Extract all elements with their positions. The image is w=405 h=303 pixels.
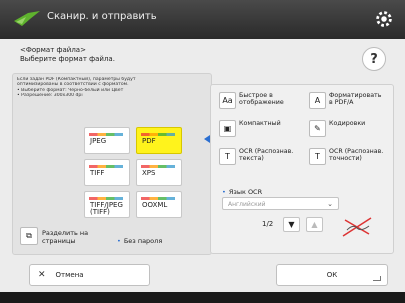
option-encoding[interactable]: ✎ Кодировки <box>309 120 387 137</box>
format-pdf-button[interactable]: PDF <box>136 127 182 154</box>
color-bar <box>141 165 175 168</box>
encoding-icon: ✎ <box>309 120 326 137</box>
enter-icon <box>373 276 381 281</box>
screen-instruction: Выберите формат файла. <box>20 55 115 63</box>
help-button[interactable]: ? <box>362 47 386 71</box>
title-bar: Сканир. и отправить <box>0 0 405 39</box>
format-tiff-button[interactable]: TIFF <box>84 159 130 186</box>
bottom-bar <box>0 292 405 303</box>
bullet-icon: • <box>117 237 121 245</box>
bullet-icon: • <box>222 188 226 196</box>
close-icon: ✕ <box>38 270 46 280</box>
ocr-language-value: Английский <box>228 201 266 208</box>
format-label: XPS <box>142 169 156 177</box>
signature-stamp-icon <box>342 217 372 237</box>
color-bar <box>89 197 123 200</box>
option-label: Форматировать в PDF/A <box>329 92 382 107</box>
format-xps-button[interactable]: XPS <box>136 159 182 186</box>
option-label: Быстрое в отображение <box>239 92 284 107</box>
color-bar <box>89 133 123 136</box>
format-label: TIFF <box>90 169 105 177</box>
screen-title: <Формат файла> <box>20 46 86 54</box>
app-title: Сканир. и отправить <box>47 11 157 22</box>
gear-icon[interactable] <box>373 8 395 30</box>
ok-button[interactable]: ОК <box>276 264 388 286</box>
compact-icon: ▣ <box>219 120 236 137</box>
ocr-language-label: • Язык OCR <box>222 188 262 196</box>
option-compact[interactable]: ▣ Компактный <box>219 120 297 137</box>
screen-header: <Формат файла> Выберите формат файла. <box>20 46 320 64</box>
no-password-label: • Без пароля <box>117 237 162 245</box>
ocr-icon: T <box>219 148 236 165</box>
app-logo-icon <box>14 11 40 26</box>
split-pages-icon[interactable]: ⧉ <box>20 227 38 245</box>
format-label: OOXML <box>142 201 168 209</box>
option-label: Кодировки <box>329 120 366 127</box>
option-pdf-a[interactable]: A Форматировать в PDF/A <box>309 92 387 109</box>
page-indicator: 1/2 <box>262 220 274 228</box>
split-pages-button[interactable]: Разделить на страницы <box>42 229 102 245</box>
ok-label: ОК <box>326 271 338 279</box>
format-label: PDF <box>142 137 156 145</box>
ocr-language-text: Язык OCR <box>228 188 263 196</box>
chevron-down-icon: ⌄ <box>327 200 333 208</box>
no-password-text: Без пароля <box>123 237 163 245</box>
cancel-label: Отмена <box>55 271 84 279</box>
option-ocr-text[interactable]: T OCR (Распознав. текста) <box>219 148 297 165</box>
fast-view-icon: Aa <box>219 92 236 109</box>
page-down-button[interactable]: ▼ <box>283 217 300 232</box>
color-bar <box>141 197 175 200</box>
ocr-language-select[interactable]: Английский ⌄ <box>222 197 339 210</box>
info-line: • Разрешение: 300x300 dpi <box>17 93 83 99</box>
color-bar <box>141 133 175 136</box>
page-up-button[interactable]: ▲ <box>306 217 323 232</box>
option-label: OCR (Распознав. точности) <box>329 148 384 163</box>
info-text: Если задан PDF (Компактный), параметры б… <box>17 77 207 99</box>
color-bar <box>89 165 123 168</box>
option-label: Компактный <box>239 120 281 127</box>
option-ocr-accuracy[interactable]: T OCR (Распознав. точности) <box>309 148 387 165</box>
format-label: JPEG <box>90 137 107 145</box>
format-ooxml-button[interactable]: OOXML <box>136 191 182 218</box>
option-fast-web-view[interactable]: Aa Быстрое в отображение <box>219 92 297 109</box>
ocr-icon: T <box>309 148 326 165</box>
cancel-button[interactable]: ✕ Отмена <box>29 264 150 286</box>
format-label: TIFF/JPEG (TIFF) <box>90 201 123 216</box>
option-label: OCR (Распознав. текста) <box>239 148 294 163</box>
pdf-a-icon: A <box>309 92 326 109</box>
format-jpeg-button[interactable]: JPEG <box>84 127 130 154</box>
format-tiff-jpeg-button[interactable]: TIFF/JPEG (TIFF) <box>84 191 130 218</box>
